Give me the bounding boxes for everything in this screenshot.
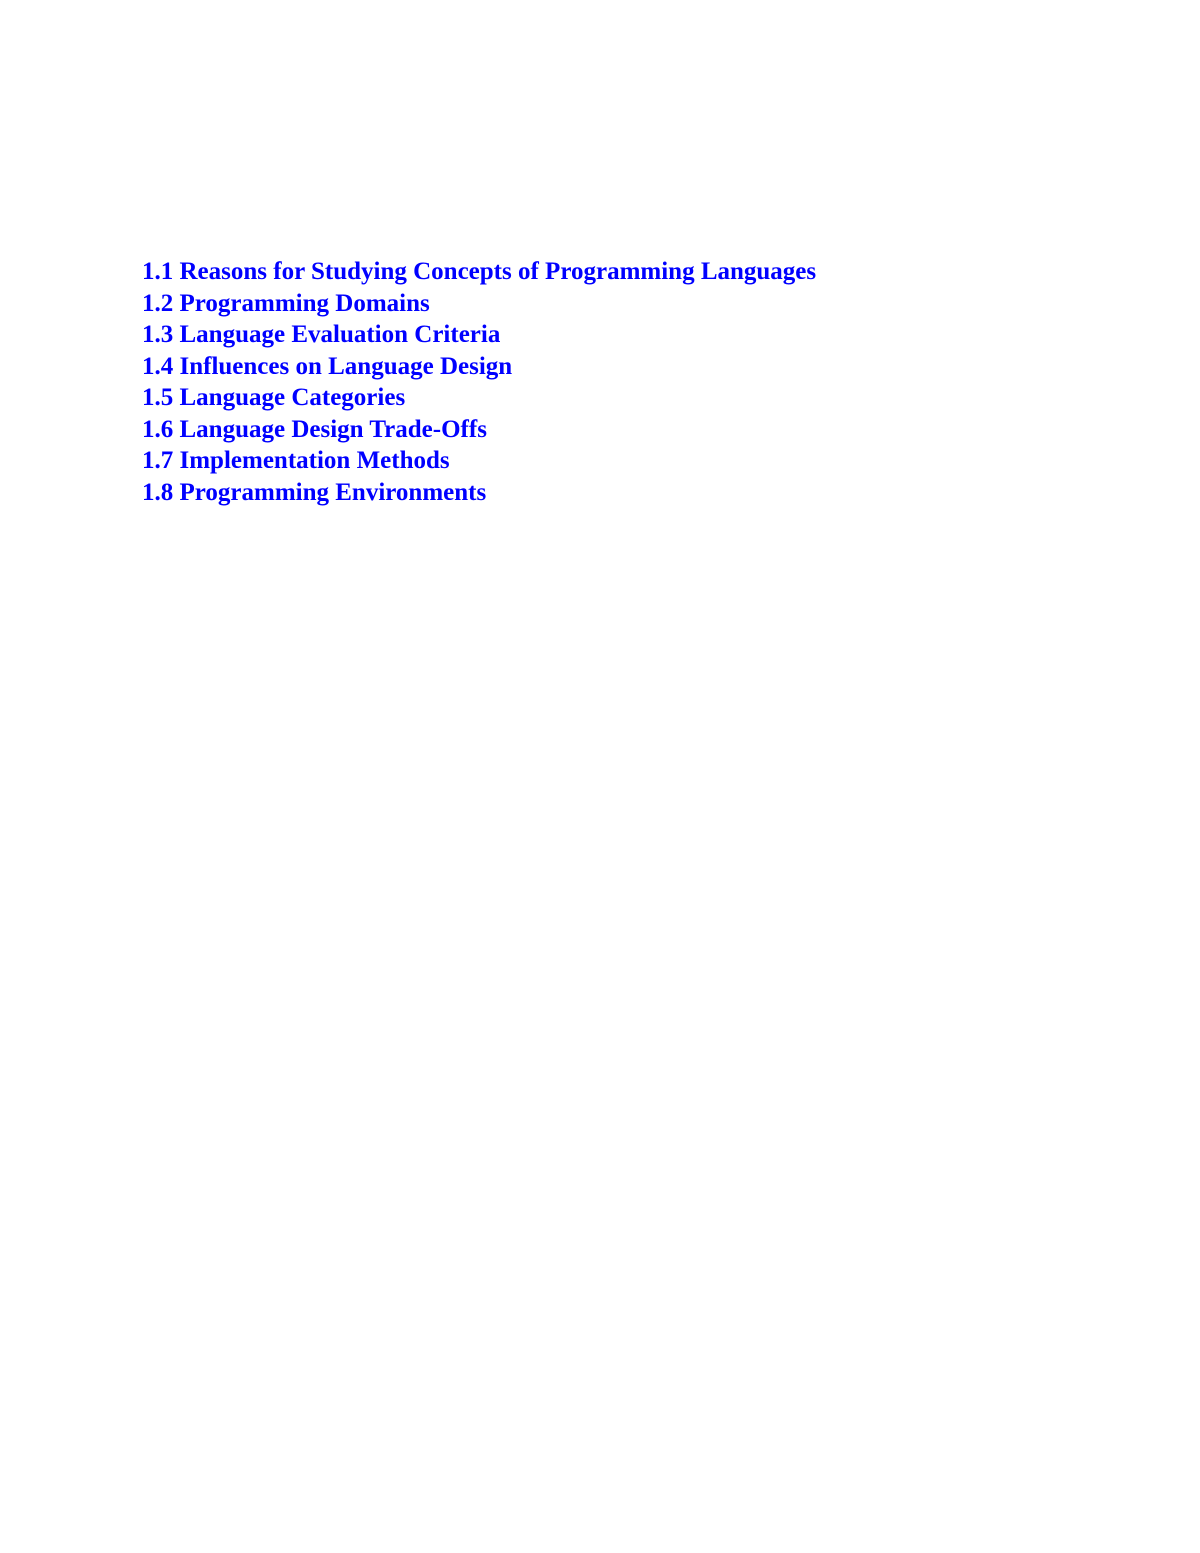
toc-entry: 1.8 Programming Environments <box>142 477 816 509</box>
toc-link-1-2[interactable]: 1.2 Programming Domains <box>142 288 816 320</box>
toc-entry: 1.6 Language Design Trade-Offs <box>142 414 816 446</box>
toc-link-1-8[interactable]: 1.8 Programming Environments <box>142 477 816 509</box>
toc-link-1-4[interactable]: 1.4 Influences on Language Design <box>142 351 816 383</box>
toc-link-1-5[interactable]: 1.5 Language Categories <box>142 382 816 414</box>
toc-link-1-7[interactable]: 1.7 Implementation Methods <box>142 445 816 477</box>
toc-entry: 1.7 Implementation Methods <box>142 445 816 477</box>
toc-link-1-3[interactable]: 1.3 Language Evaluation Criteria <box>142 319 816 351</box>
toc-entry: 1.4 Influences on Language Design <box>142 351 816 383</box>
toc-link-1-6[interactable]: 1.6 Language Design Trade-Offs <box>142 414 816 446</box>
toc-entry: 1.3 Language Evaluation Criteria <box>142 319 816 351</box>
toc-link-1-1[interactable]: 1.1 Reasons for Studying Concepts of Pro… <box>142 256 816 288</box>
toc-entry: 1.2 Programming Domains <box>142 288 816 320</box>
table-of-contents: 1.1 Reasons for Studying Concepts of Pro… <box>142 256 816 508</box>
toc-entry: 1.1 Reasons for Studying Concepts of Pro… <box>142 256 816 288</box>
toc-entry: 1.5 Language Categories <box>142 382 816 414</box>
